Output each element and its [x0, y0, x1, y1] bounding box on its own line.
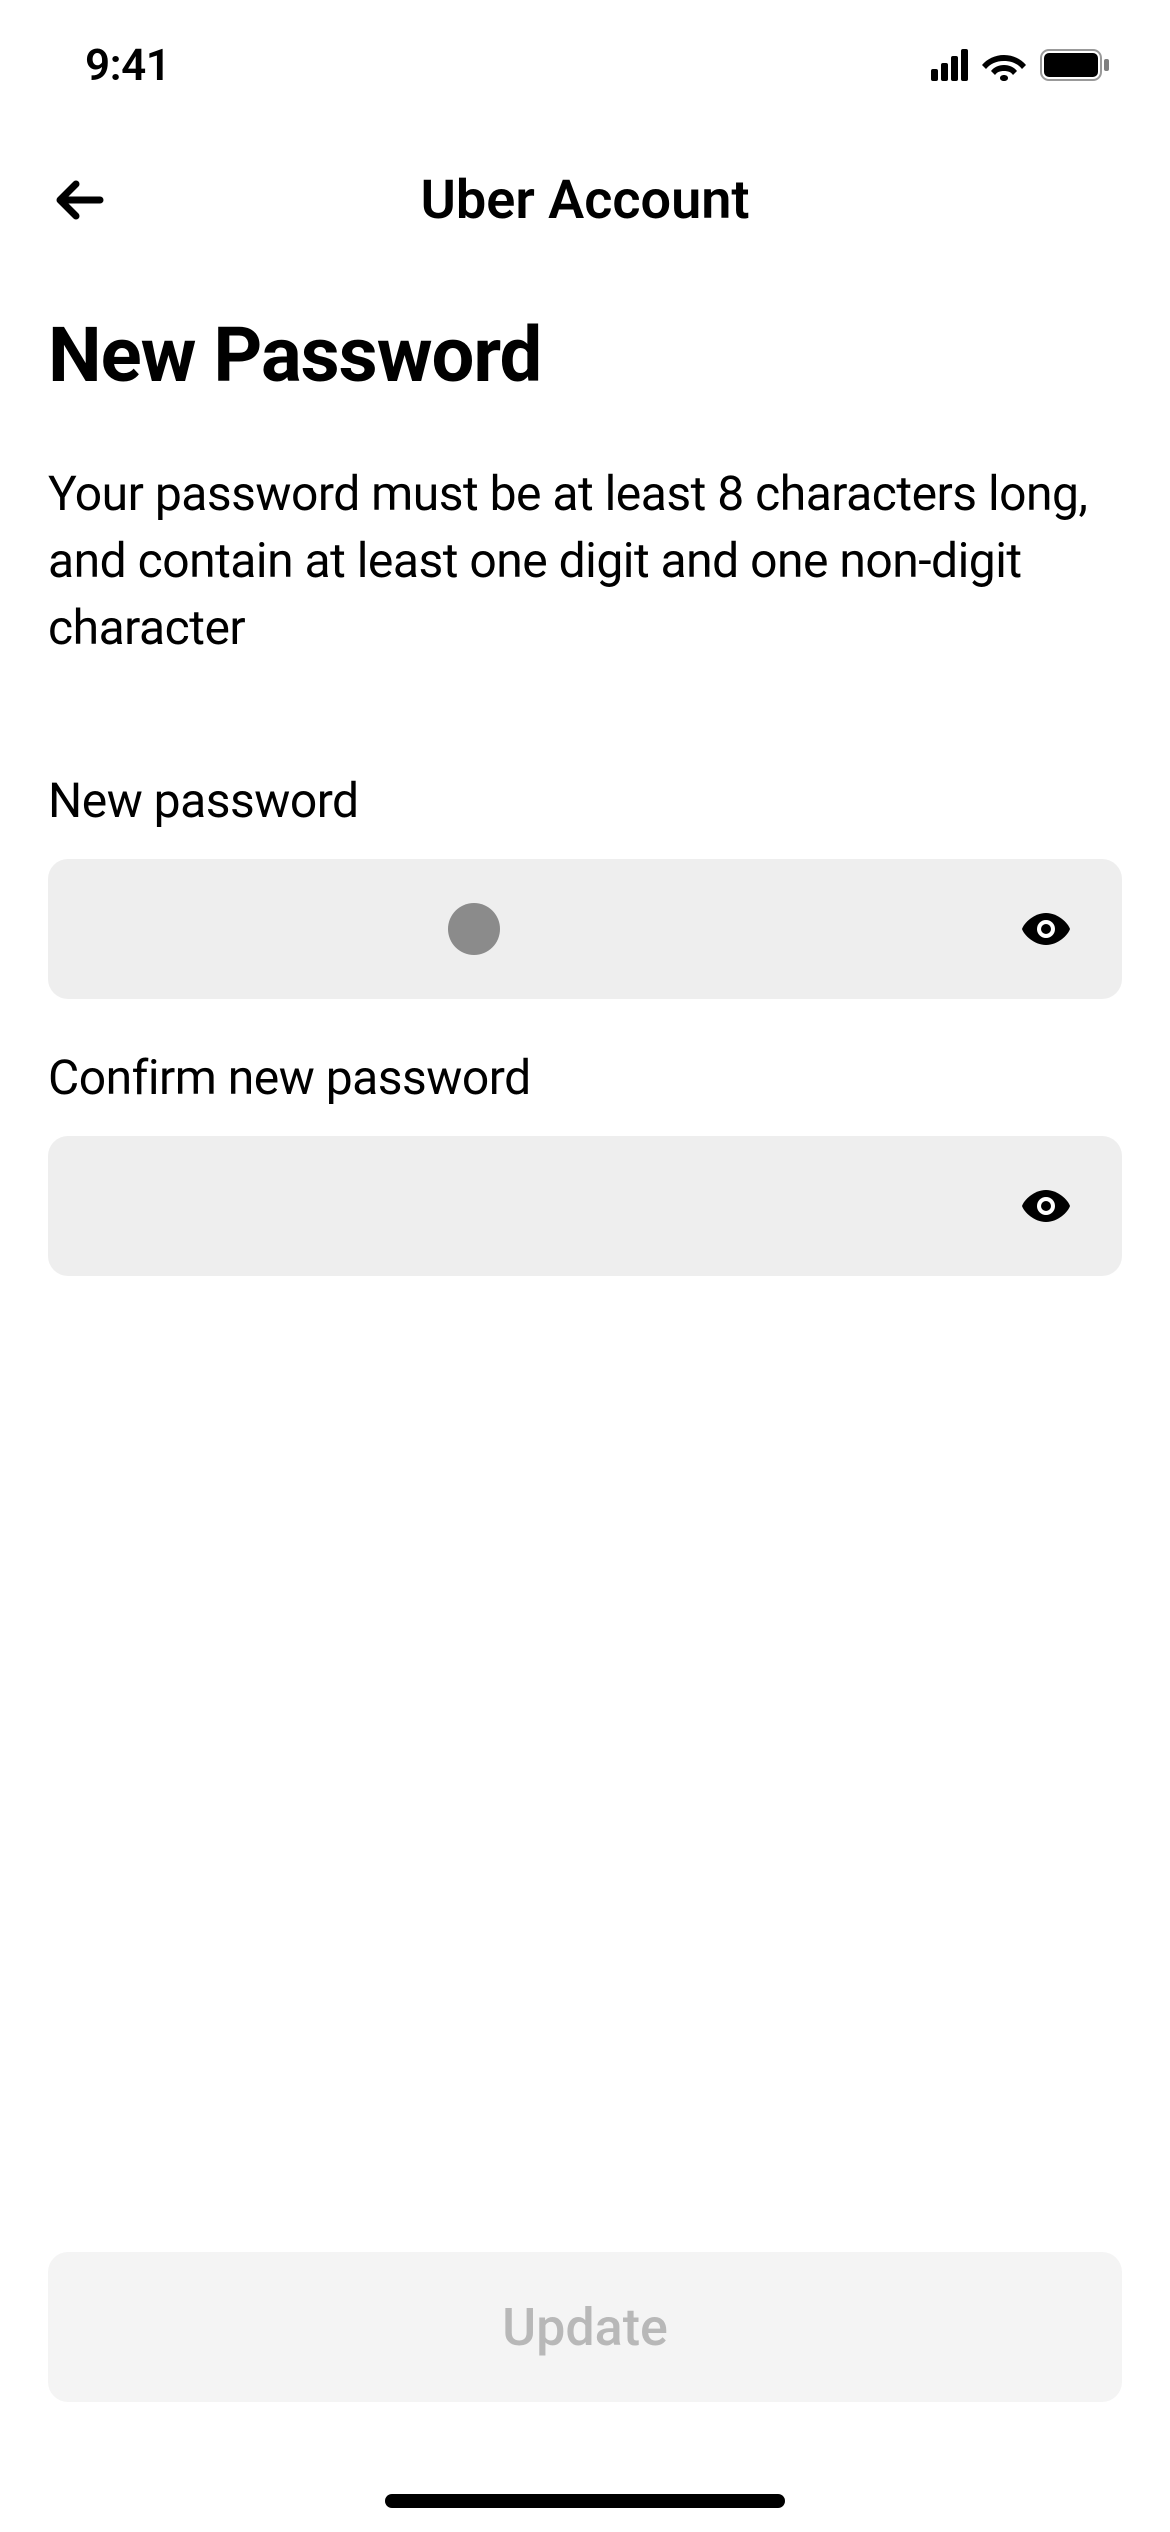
update-button[interactable]: Update [48, 2252, 1122, 2402]
back-button[interactable] [40, 160, 120, 240]
status-bar: 9:41 [0, 0, 1170, 130]
password-mask-dot [448, 903, 500, 955]
new-password-input[interactable] [48, 859, 1122, 999]
toggle-password-visibility-button[interactable] [1018, 901, 1074, 957]
nav-header: Uber Account [0, 130, 1170, 270]
confirm-password-label: Confirm new password [48, 1049, 1122, 1106]
cellular-signal-icon [931, 49, 968, 81]
arrow-left-icon [48, 168, 112, 232]
eye-icon [1022, 1190, 1070, 1222]
new-password-label: New password [48, 772, 1122, 829]
nav-title: Uber Account [40, 169, 1130, 232]
toggle-confirm-password-visibility-button[interactable] [1018, 1178, 1074, 1234]
eye-icon [1022, 913, 1070, 945]
page-title: New Password [48, 310, 1122, 400]
bottom-section: Update [48, 2252, 1122, 2402]
content: New Password Your password must be at le… [0, 270, 1170, 1276]
status-time: 9:41 [85, 39, 170, 91]
status-icons [931, 49, 1110, 81]
home-indicator[interactable] [385, 2494, 785, 2508]
confirm-password-input[interactable] [48, 1136, 1122, 1276]
battery-icon [1040, 49, 1110, 81]
wifi-icon [982, 49, 1026, 81]
page-description: Your password must be at least 8 charact… [48, 460, 1122, 662]
